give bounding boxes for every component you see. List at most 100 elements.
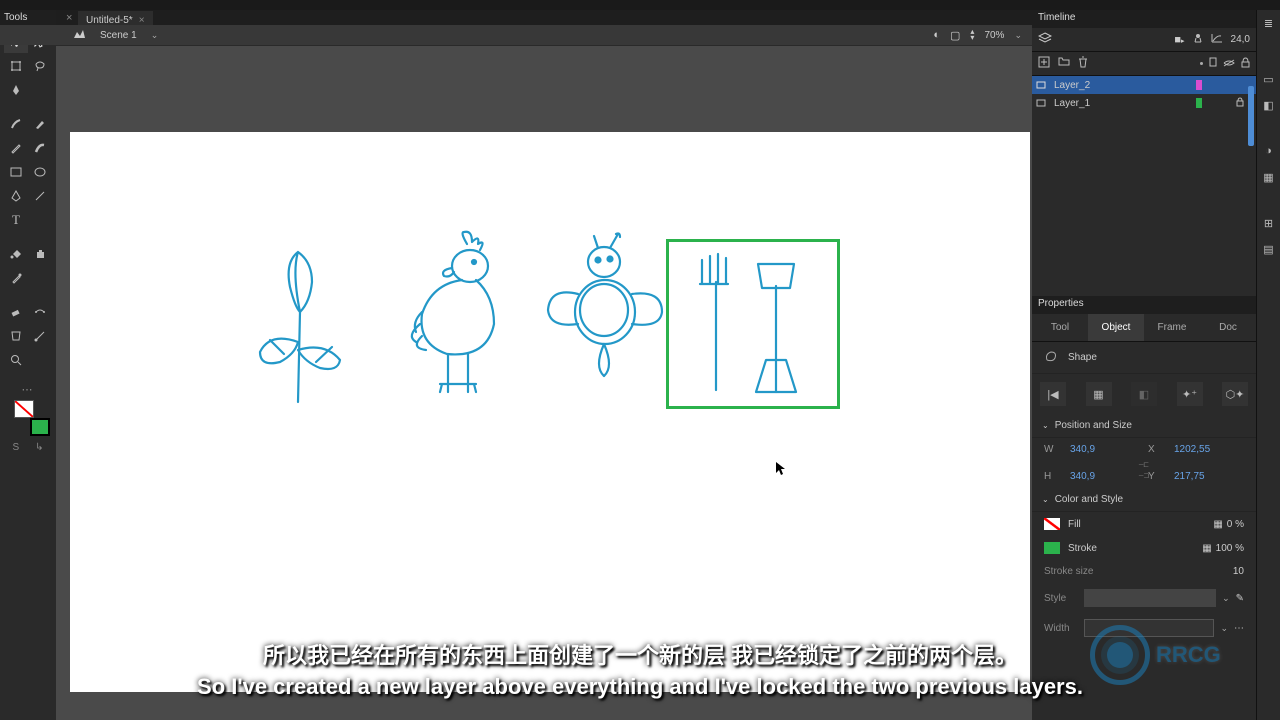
stroke-style-select[interactable] <box>1084 589 1216 607</box>
classic-brush-tool[interactable] <box>28 137 52 159</box>
y-value[interactable]: 217,75 <box>1174 471 1244 482</box>
lock-column-icon[interactable] <box>1241 57 1250 71</box>
tab-doc[interactable]: Doc <box>1200 314 1256 341</box>
scene-name[interactable]: Scene 1 <box>100 30 137 41</box>
fill-opacity[interactable]: 0 % <box>1227 519 1244 530</box>
fill-color-swatch[interactable] <box>30 418 50 436</box>
dock-align-icon[interactable]: ▭ <box>1257 66 1280 92</box>
bone-tool[interactable] <box>28 325 52 347</box>
width-chevron-icon[interactable]: ⌄ <box>1220 623 1228 634</box>
properties-panel: Properties Tool Object Frame Doc Shape |… <box>1032 296 1256 716</box>
new-layer-icon[interactable] <box>1038 56 1050 71</box>
layer-depth-icon[interactable] <box>1193 33 1203 46</box>
clip-icon[interactable]: ▢ <box>950 29 960 42</box>
layer-row[interactable]: Layer_2 <box>1032 76 1256 94</box>
w-value[interactable]: 340,9 <box>1070 444 1140 455</box>
width-profile-select[interactable] <box>1084 619 1214 637</box>
style-edit-icon[interactable]: ✎ <box>1236 593 1244 604</box>
outline-icon[interactable] <box>1209 57 1217 70</box>
align-left-button[interactable]: |◀ <box>1040 382 1066 406</box>
dock-color-icon[interactable]: ◑ <box>1257 138 1280 164</box>
edit-bar: Scene 1 ⌄ ◐ ▢ ▴▾ 70% ⌄ <box>0 25 1032 45</box>
align-center-button[interactable]: ▦ <box>1086 382 1112 406</box>
fluid-brush-tool[interactable] <box>4 79 28 101</box>
layer-name[interactable]: Layer_2 <box>1052 80 1192 91</box>
h-label: H <box>1044 471 1062 482</box>
x-value[interactable]: 1202,55 <box>1174 444 1244 455</box>
stroke-opacity[interactable]: 100 % <box>1216 543 1244 554</box>
pen-tool[interactable] <box>4 185 28 207</box>
scene-menu-chevron-icon[interactable]: ⌄ <box>151 30 159 41</box>
more-tools-icon[interactable]: ⋯ <box>4 383 52 396</box>
dock-history-icon[interactable]: ▤ <box>1257 236 1280 262</box>
tab-frame[interactable]: Frame <box>1144 314 1200 341</box>
visibility-icon[interactable] <box>1223 58 1235 70</box>
dock-library-icon[interactable]: ◧ <box>1257 92 1280 118</box>
lasso-tool[interactable] <box>28 55 52 77</box>
dock-menu-icon[interactable]: ≣ <box>1257 10 1280 36</box>
paint-bucket-tool[interactable] <box>4 243 28 265</box>
asset-warp-tool[interactable] <box>4 325 28 347</box>
width-more-icon[interactable]: ⋯ <box>1234 623 1244 634</box>
tab-close-prev[interactable]: × <box>66 12 72 24</box>
dock-swatches-icon[interactable]: ▦ <box>1257 164 1280 190</box>
ink-bottle-tool[interactable] <box>28 243 52 265</box>
x-label: X <box>1148 444 1166 455</box>
tab-tool[interactable]: Tool <box>1032 314 1088 341</box>
properties-tabs: Tool Object Frame Doc <box>1032 314 1256 342</box>
sketch-chicken <box>392 224 532 404</box>
link-dimensions-icon[interactable]: ⎯⊏⎯⊐ <box>1044 459 1244 467</box>
layer-color-swatch <box>1196 80 1202 90</box>
shape-icon <box>1044 349 1058 366</box>
layers-icon[interactable] <box>1038 32 1052 47</box>
chevron-down-icon: ⌄ <box>1042 495 1049 504</box>
align-distribute-button[interactable]: ◧ <box>1131 382 1157 406</box>
stage[interactable] <box>56 46 1032 720</box>
zoom-chevron-icon[interactable]: ⌄ <box>1014 30 1022 41</box>
object-actions: |◀ ▦ ◧ ✦⁺ ⬡✦ <box>1032 374 1256 414</box>
zoom-tool[interactable] <box>4 349 28 371</box>
stroke-size-value[interactable]: 10 <box>1233 566 1244 577</box>
camera-icon[interactable]: ■▸ <box>1174 34 1184 46</box>
new-folder-icon[interactable] <box>1058 56 1070 71</box>
h-value[interactable]: 340,9 <box>1070 471 1140 482</box>
highlight-icon[interactable] <box>1200 62 1203 65</box>
layer-type-icon <box>1036 79 1048 92</box>
break-apart-button[interactable]: ⬡✦ <box>1222 382 1248 406</box>
width-tool[interactable] <box>28 301 52 323</box>
stroke-color-swatch[interactable] <box>1044 542 1060 554</box>
position-size-section[interactable]: ⌄ Position and Size <box>1032 414 1256 438</box>
canvas[interactable] <box>70 132 1030 692</box>
mouse-cursor-icon <box>776 462 786 476</box>
convert-button[interactable]: ✦⁺ <box>1177 382 1203 406</box>
pencil-tool[interactable] <box>4 137 28 159</box>
oval-tool[interactable] <box>28 161 52 183</box>
stepper-icon[interactable]: ▴▾ <box>970 29 974 41</box>
zoom-level[interactable]: 70% <box>984 30 1004 41</box>
rectangle-tool[interactable] <box>4 161 28 183</box>
layer-list: Layer_2 Layer_1 <box>1032 76 1256 112</box>
timeline-scrollbar[interactable] <box>1248 86 1254 146</box>
tools-panel: Tools T <box>0 10 56 720</box>
free-transform-tool[interactable] <box>4 55 28 77</box>
brush-tool[interactable] <box>4 113 28 135</box>
close-icon[interactable]: × <box>139 15 145 26</box>
eraser-tool[interactable] <box>4 301 28 323</box>
style-chevron-icon[interactable]: ⌄ <box>1222 593 1230 604</box>
layer-name[interactable]: Layer_1 <box>1052 98 1192 109</box>
onion-skin-icon[interactable]: ◐ <box>933 29 940 41</box>
dock-transform-icon[interactable]: ⊞ <box>1257 210 1280 236</box>
fill-color-swatch[interactable] <box>1044 518 1060 530</box>
tab-object[interactable]: Object <box>1088 314 1144 341</box>
paint-brush-tool[interactable] <box>28 113 52 135</box>
color-style-section[interactable]: ⌄ Color and Style <box>1032 488 1256 512</box>
text-tool[interactable]: T <box>4 209 28 231</box>
line-tool[interactable] <box>28 185 52 207</box>
lock-icon[interactable] <box>1236 97 1244 110</box>
delete-layer-icon[interactable] <box>1078 56 1088 71</box>
scene-icon[interactable] <box>72 28 86 43</box>
graph-icon[interactable] <box>1211 33 1223 46</box>
stroke-color-swatch[interactable] <box>14 400 34 418</box>
layer-row[interactable]: Layer_1 <box>1032 94 1256 112</box>
eyedropper-tool[interactable] <box>4 267 28 289</box>
